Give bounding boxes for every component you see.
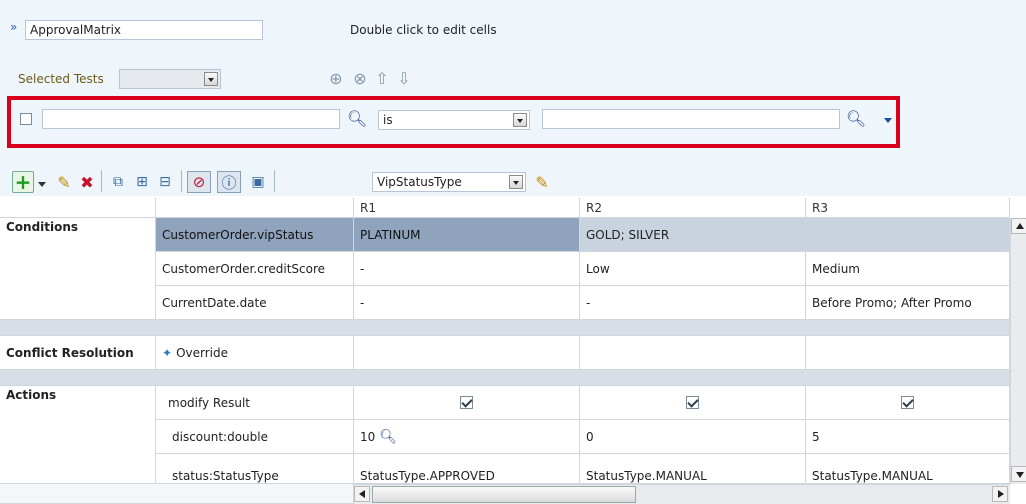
- bucket-select[interactable]: VipStatusType: [372, 172, 526, 192]
- collapse-chevron-icon[interactable]: »: [10, 20, 17, 34]
- condition-cell[interactable]: PLATINUM: [354, 218, 580, 252]
- action-param-label[interactable]: status:StatusType: [156, 454, 354, 484]
- dropdown-arrow-icon[interactable]: [204, 72, 218, 86]
- action-enabled-checkbox[interactable]: [460, 396, 473, 409]
- action-param-cell[interactable]: 0: [580, 420, 806, 454]
- conflict-info-icon[interactable]: ⓘ: [217, 171, 241, 193]
- conflict-cell[interactable]: [354, 336, 580, 370]
- add-menu-arrow-icon[interactable]: [38, 182, 46, 187]
- action-param-label[interactable]: discount:double: [156, 420, 354, 454]
- section-separator: [0, 370, 1010, 386]
- scroll-down-arrow-icon[interactable]: [1011, 466, 1026, 482]
- merge-table-icon[interactable]: ⊞: [132, 172, 152, 192]
- search-icon[interactable]: 🔍︎: [347, 108, 367, 128]
- conflict-resolution-value: Override: [176, 345, 228, 360]
- search-icon[interactable]: 🔍︎: [846, 108, 866, 128]
- action-param-cell[interactable]: StatusType.APPROVED: [354, 454, 580, 484]
- disable-icon[interactable]: ⊘: [187, 171, 211, 193]
- filter-right-operand-input[interactable]: [542, 109, 840, 129]
- filter-left-operand-input[interactable]: [42, 109, 340, 129]
- grid-footer-spacer: [0, 484, 354, 504]
- split-table-icon[interactable]: ⧉: [108, 172, 128, 192]
- condition-label[interactable]: CurrentDate.date: [156, 286, 354, 320]
- action-param-cell[interactable]: 10 🔍︎: [354, 420, 580, 454]
- override-icon: ✦: [162, 345, 173, 360]
- gap-analysis-icon[interactable]: ⊟: [155, 172, 175, 192]
- condition-cell[interactable]: GOLD; SILVER: [580, 218, 1010, 252]
- action-checkbox-cell[interactable]: [354, 386, 580, 420]
- selected-tests-label: Selected Tests: [18, 72, 104, 86]
- remove-test-icon[interactable]: ⊗: [350, 68, 370, 88]
- filter-enable-checkbox[interactable]: [20, 113, 32, 125]
- action-param-cell[interactable]: StatusType.MANUAL: [806, 454, 1010, 484]
- decision-table-name-input[interactable]: ApprovalMatrix: [25, 20, 263, 40]
- toolbar-separator: [274, 170, 275, 192]
- add-test-icon[interactable]: ⊕: [326, 68, 346, 88]
- action-checkbox-cell[interactable]: [806, 386, 1010, 420]
- condition-cell[interactable]: Medium: [806, 252, 1010, 286]
- selected-tests-select[interactable]: [119, 69, 221, 89]
- action-checkbox-cell[interactable]: [580, 386, 806, 420]
- dropdown-arrow-icon[interactable]: [509, 175, 523, 189]
- filter-operator-select[interactable]: is: [378, 110, 530, 130]
- section-conflict-resolution: Conflict Resolution: [0, 336, 156, 370]
- condition-cell[interactable]: Low: [580, 252, 806, 286]
- compact-table-icon[interactable]: ▣: [248, 172, 268, 192]
- conflict-cell[interactable]: [580, 336, 806, 370]
- action-enabled-checkbox[interactable]: [686, 396, 699, 409]
- scroll-left-arrow-icon[interactable]: [354, 486, 370, 502]
- toolbar-separator: [101, 170, 102, 192]
- condition-cell[interactable]: -: [354, 286, 580, 320]
- condition-cell[interactable]: -: [580, 286, 806, 320]
- corner-header: [0, 198, 156, 218]
- decision-table-grid: R1 R2 R3 Conditions CustomerOrder.vipSta…: [0, 198, 1026, 504]
- column-header-r2[interactable]: R2: [580, 198, 806, 218]
- edit-bucket-icon[interactable]: ✎: [532, 172, 552, 192]
- filter-operator-value: is: [383, 113, 393, 127]
- section-actions: Actions: [0, 386, 156, 484]
- edit-hint-text: Double click to edit cells: [350, 23, 497, 37]
- condition-cell[interactable]: Before Promo; After Promo: [806, 286, 1010, 320]
- action-label[interactable]: modify Result: [156, 386, 354, 420]
- action-param-cell[interactable]: 5: [806, 420, 1010, 454]
- scroll-up-arrow-icon[interactable]: [1011, 218, 1026, 234]
- section-conditions: Conditions: [0, 218, 156, 320]
- horizontal-scrollbar[interactable]: [354, 484, 1010, 504]
- conflict-cell[interactable]: [806, 336, 1010, 370]
- search-icon[interactable]: 🔍︎: [379, 429, 397, 445]
- action-param-value: 10: [360, 429, 376, 444]
- column-header-r1[interactable]: R1: [354, 198, 580, 218]
- action-param-cell[interactable]: StatusType.MANUAL: [580, 454, 806, 484]
- bucket-select-value: VipStatusType: [377, 175, 462, 189]
- add-icon[interactable]: +: [12, 170, 34, 194]
- horizontal-scroll-thumb[interactable]: [372, 486, 636, 503]
- toolbar-separator: [181, 170, 182, 192]
- edit-pencil-icon[interactable]: ✎: [54, 172, 74, 192]
- vertical-scrollbar[interactable]: [1010, 218, 1026, 484]
- label-header: [156, 198, 354, 218]
- condition-label[interactable]: CustomerOrder.vipStatus: [156, 218, 354, 252]
- move-down-icon[interactable]: ⇩: [394, 68, 414, 88]
- move-up-icon[interactable]: ⇧: [372, 68, 392, 88]
- column-header-r3[interactable]: R3: [806, 198, 1010, 218]
- condition-cell[interactable]: -: [354, 252, 580, 286]
- section-separator: [0, 320, 1010, 336]
- delete-icon[interactable]: ✖: [77, 172, 97, 192]
- condition-label[interactable]: CustomerOrder.creditScore: [156, 252, 354, 286]
- filter-menu-arrow-icon[interactable]: [884, 118, 892, 123]
- action-enabled-checkbox[interactable]: [901, 396, 914, 409]
- conflict-resolution-cell[interactable]: ✦ Override: [156, 336, 354, 370]
- scroll-right-arrow-icon[interactable]: [992, 486, 1008, 502]
- dropdown-arrow-icon[interactable]: [513, 113, 527, 127]
